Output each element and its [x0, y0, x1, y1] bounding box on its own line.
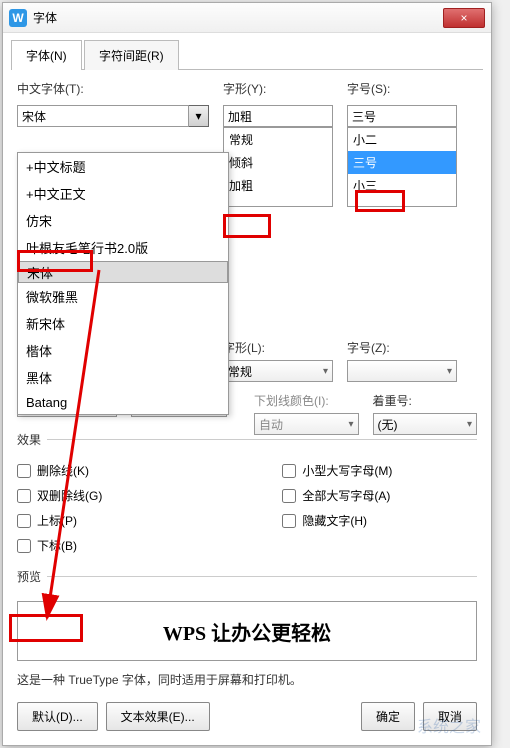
size-option[interactable]: 小二 [348, 128, 456, 151]
font-option[interactable]: 仿宋 [18, 207, 228, 234]
chevron-down-icon: ▾ [348, 419, 353, 430]
chinese-font-dropdown-arrow[interactable]: ▾ [189, 105, 209, 127]
chinese-font-input[interactable] [17, 105, 189, 127]
checkbox-hidden[interactable]: 隐藏文字(H) [282, 512, 392, 529]
tab-spacing[interactable]: 字符间距(R) [84, 40, 179, 70]
style-option[interactable]: 常规 [224, 128, 332, 151]
close-button[interactable]: × [443, 8, 485, 28]
checkbox-allcaps[interactable]: 全部大写字母(A) [282, 487, 392, 504]
label-size2: 字号(Z): [347, 339, 457, 356]
style-option[interactable]: 倾斜 [224, 151, 332, 174]
chinese-font-dropdown[interactable]: +中文标题 +中文正文 仿宋 叶根友毛笔行书2.0版 宋体 微软雅黑 新宋体 楷… [17, 152, 229, 415]
style-option[interactable]: 加粗 [224, 174, 332, 197]
font-option[interactable]: 黑体 [18, 364, 228, 391]
font-option[interactable]: 微软雅黑 [18, 283, 228, 310]
text-effect-button[interactable]: 文本效果(E)... [106, 702, 210, 731]
checkbox-double-strike[interactable]: 双删除线(G) [17, 487, 102, 504]
annotation-box [223, 214, 271, 238]
underline-color-select[interactable]: 自动▾ [254, 413, 359, 435]
window-title: 字体 [33, 9, 443, 26]
label-chinese-font: 中文字体(T): [17, 80, 209, 97]
checkbox-strikethrough[interactable]: 删除线(K) [17, 462, 102, 479]
size-option[interactable]: 三号 [348, 151, 456, 174]
checkbox-smallcaps[interactable]: 小型大写字母(M) [282, 462, 392, 479]
style-input[interactable] [223, 105, 333, 127]
font-option[interactable]: 宋体 [18, 261, 228, 283]
checkbox-superscript[interactable]: 上标(P) [17, 512, 102, 529]
size-listbox[interactable]: 小二 三号 小三 [347, 127, 457, 207]
font-option[interactable]: +中文正文 [18, 180, 228, 207]
cancel-button[interactable]: 取消 [423, 702, 477, 731]
chevron-down-icon: ▾ [467, 419, 472, 430]
app-logo: W [9, 9, 27, 27]
chevron-down-icon: ▾ [447, 366, 452, 377]
font-option[interactable]: 新宋体 [18, 310, 228, 337]
preview-box: WPS 让办公更轻松 [17, 601, 477, 661]
style2-select[interactable]: 常规▾ [223, 360, 333, 382]
font-option[interactable]: Batang [18, 391, 228, 414]
chevron-down-icon: ▾ [323, 366, 328, 377]
font-option[interactable]: 叶根友毛笔行书2.0版 [18, 234, 228, 261]
label-style: 字形(Y): [223, 80, 333, 97]
label-style2: 字形(L): [223, 339, 333, 356]
style-listbox[interactable]: 常规 倾斜 加粗 [223, 127, 333, 207]
size-input[interactable] [347, 105, 457, 127]
font-option[interactable]: 楷体 [18, 337, 228, 364]
size-option[interactable]: 小三 [348, 174, 456, 197]
tab-font[interactable]: 字体(N) [11, 40, 82, 70]
size2-select[interactable]: ▾ [347, 360, 457, 382]
truetype-note: 这是一种 TrueType 字体，同时适用于屏幕和打印机。 [17, 671, 477, 688]
label-emphasis: 着重号: [373, 392, 478, 409]
tab-bar: 字体(N) 字符间距(R) [11, 39, 483, 70]
label-underline-color: 下划线颜色(I): [254, 392, 359, 409]
default-button[interactable]: 默认(D)... [17, 702, 98, 731]
emphasis-select[interactable]: (无)▾ [373, 413, 478, 435]
preview-legend: 预览 [17, 568, 47, 585]
ok-button[interactable]: 确定 [361, 702, 415, 731]
label-size: 字号(S): [347, 80, 457, 97]
font-option[interactable]: +中文标题 [18, 153, 228, 180]
checkbox-subscript[interactable]: 下标(B) [17, 537, 102, 554]
